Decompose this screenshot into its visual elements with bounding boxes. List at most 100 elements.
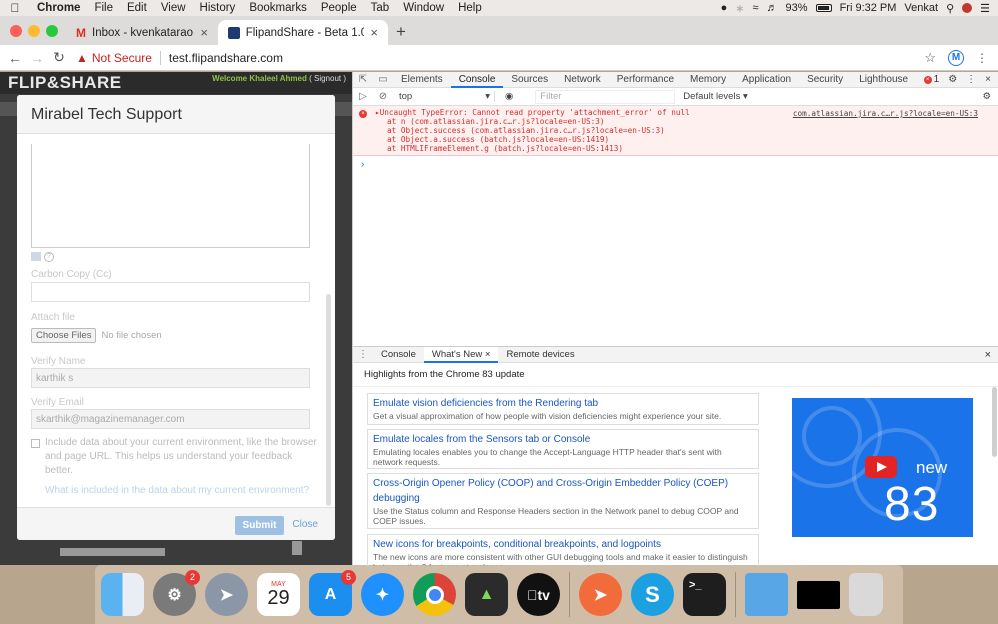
menu-tab[interactable]: Tab	[364, 2, 397, 14]
sidebar-toggle-icon[interactable]: ▷	[353, 91, 373, 102]
finder-icon[interactable]	[101, 573, 144, 616]
console-prompt[interactable]: ›	[353, 159, 998, 170]
chrome-icon[interactable]	[413, 573, 456, 616]
chrome-menu-icon[interactable]: ⋮	[976, 51, 988, 65]
system-preferences-icon[interactable]: ⚙ 2	[153, 570, 200, 616]
new-tab-button[interactable]: +	[396, 22, 406, 42]
file-input[interactable]: Choose Files No file chosen	[31, 328, 162, 343]
wifi-icon[interactable]: ≈	[752, 2, 758, 14]
whats-new-card[interactable]: Emulate vision deficiencies from the Ren…	[367, 393, 759, 425]
tab-console[interactable]: Console	[450, 72, 504, 88]
youtube-play-icon[interactable]	[865, 456, 897, 478]
menu-bookmarks[interactable]: Bookmarks	[242, 2, 314, 14]
clear-console-icon[interactable]: ⊘	[373, 91, 393, 102]
error-source-link[interactable]: com.atlassian.jira.c…r.js?locale=en-US:3	[793, 109, 978, 118]
battery-icon[interactable]	[815, 4, 832, 12]
drawer-menu-icon[interactable]: ⋮	[353, 349, 373, 360]
whats-new-card[interactable]: Emulate locales from the Sensors tab or …	[367, 429, 759, 469]
whats-new-card[interactable]: Cross-Origin Opener Policy (COOP) and Cr…	[367, 473, 759, 529]
zoom-window-button[interactable]	[46, 25, 58, 37]
tab-sources[interactable]: Sources	[503, 72, 556, 88]
verify-name-input[interactable]: karthik s	[31, 368, 310, 388]
stack-frame[interactable]: at n (com.atlassian.jira.c…r.js?locale=e…	[375, 117, 998, 126]
close-window-button[interactable]	[10, 25, 22, 37]
clock[interactable]: Fri 9:32 PM	[840, 2, 897, 14]
card-title[interactable]: Emulate vision deficiencies from the Ren…	[373, 396, 753, 411]
devtools-menu-icon[interactable]: ⋮	[966, 74, 976, 85]
image-icon[interactable]	[31, 252, 41, 261]
postman-icon[interactable]: ➤	[579, 573, 622, 616]
window-thumbnail-icon[interactable]	[797, 580, 840, 609]
verify-email-input[interactable]: skarthik@magazinemanager.com	[31, 409, 310, 429]
tab-application[interactable]: Application	[734, 72, 799, 88]
menu-file[interactable]: File	[87, 2, 120, 14]
tab-elements[interactable]: Elements	[393, 72, 451, 88]
bookmark-star-icon[interactable]: ☆	[924, 50, 936, 66]
notification-center-icon[interactable]: ☰	[980, 2, 990, 15]
android-studio-icon[interactable]: ▲	[465, 573, 508, 616]
close-devtools-icon[interactable]: ×	[985, 74, 991, 85]
card-title[interactable]: Emulate locales from the Sensors tab or …	[373, 432, 753, 447]
close-drawer-icon[interactable]: ×	[985, 349, 998, 361]
eye-icon[interactable]: ◉	[505, 91, 513, 102]
tab-security[interactable]: Security	[799, 72, 851, 88]
terminal-icon[interactable]: >_	[683, 573, 726, 616]
drawer-tab-whats-new[interactable]: What's New ×	[423, 346, 499, 363]
signout-link[interactable]: ( Signout )	[309, 74, 346, 83]
submit-button[interactable]: Submit	[235, 516, 284, 535]
menu-people[interactable]: People	[314, 2, 364, 14]
environment-info-link[interactable]: What is included in the data about my cu…	[45, 485, 309, 496]
close-tab-icon[interactable]: ×	[485, 349, 491, 360]
app-store-icon[interactable]: A5	[309, 570, 356, 616]
tab-memory[interactable]: Memory	[682, 72, 734, 88]
profile-avatar[interactable]: M	[948, 49, 964, 66]
tab-gmail[interactable]: M Inbox - kvenkatarao@mirabelte ×	[66, 20, 218, 45]
back-icon[interactable]: ←	[4, 50, 26, 66]
site-logo[interactable]: FLIP&SHARE	[8, 73, 122, 93]
error-count-badge[interactable]: × 1	[923, 74, 939, 85]
card-title[interactable]: New icons for breakpoints, conditional b…	[373, 537, 753, 552]
apple-icon[interactable]: 	[0, 1, 30, 15]
chrome-83-promo-video[interactable]: new 83	[792, 398, 973, 537]
minimize-window-button[interactable]	[28, 25, 40, 37]
menu-window[interactable]: Window	[396, 2, 451, 14]
menu-chrome[interactable]: Chrome	[30, 2, 87, 14]
safari-icon[interactable]: ✦	[361, 573, 404, 616]
include-data-checkbox[interactable]	[31, 439, 40, 448]
cc-input[interactable]	[31, 282, 310, 302]
close-tab-icon[interactable]: ×	[364, 25, 378, 40]
inspect-icon[interactable]: ⇱	[353, 74, 373, 85]
console-settings-icon[interactable]: ⚙	[982, 91, 998, 102]
drawer-tab-console[interactable]: Console	[373, 347, 424, 363]
drawer-tab-remote-devices[interactable]: Remote devices	[498, 347, 582, 363]
user-name[interactable]: Venkat	[904, 2, 938, 14]
menu-edit[interactable]: Edit	[120, 2, 154, 14]
omnibox[interactable]: ▲ Not Secure test.flipandshare.com	[76, 50, 283, 65]
settings-gear-icon[interactable]: ⚙	[948, 74, 957, 85]
calendar-icon[interactable]: MAY 29	[257, 573, 300, 616]
spotlight-icon[interactable]: ⚲	[946, 2, 954, 15]
close-button[interactable]: Close	[292, 519, 318, 530]
description-textarea[interactable]	[31, 144, 310, 248]
card-title[interactable]: Cross-Origin Opener Policy (COOP) and Cr…	[373, 476, 753, 506]
tab-performance[interactable]: Performance	[609, 72, 682, 88]
menu-view[interactable]: View	[154, 2, 193, 14]
apple-tv-icon[interactable]: tv	[517, 573, 560, 616]
device-toggle-icon[interactable]: ▭	[373, 74, 393, 85]
choose-files-button[interactable]: Choose Files	[31, 328, 97, 343]
security-indicator[interactable]: Not Secure	[92, 51, 152, 65]
log-levels-select[interactable]: Default levels ▾	[683, 91, 747, 102]
stack-frame[interactable]: at Object.success (com.atlassian.jira.c……	[375, 126, 998, 135]
url-text[interactable]: test.flipandshare.com	[159, 50, 283, 65]
status-icon[interactable]: ●	[721, 2, 728, 14]
volume-icon[interactable]: ♬	[767, 2, 778, 14]
folder-icon[interactable]	[745, 573, 788, 616]
context-select[interactable]: top ▾	[399, 91, 495, 102]
help-icon[interactable]: ?	[44, 252, 54, 262]
tab-network[interactable]: Network	[556, 72, 609, 88]
menu-history[interactable]: History	[193, 2, 243, 14]
trash-icon[interactable]	[849, 573, 883, 616]
stack-frame[interactable]: at Object.a.success (batch.js?locale=en-…	[375, 135, 998, 144]
close-tab-icon[interactable]: ×	[194, 25, 208, 40]
stack-frame[interactable]: at HTMLIFrameElement.g (batch.js?locale=…	[375, 144, 998, 153]
